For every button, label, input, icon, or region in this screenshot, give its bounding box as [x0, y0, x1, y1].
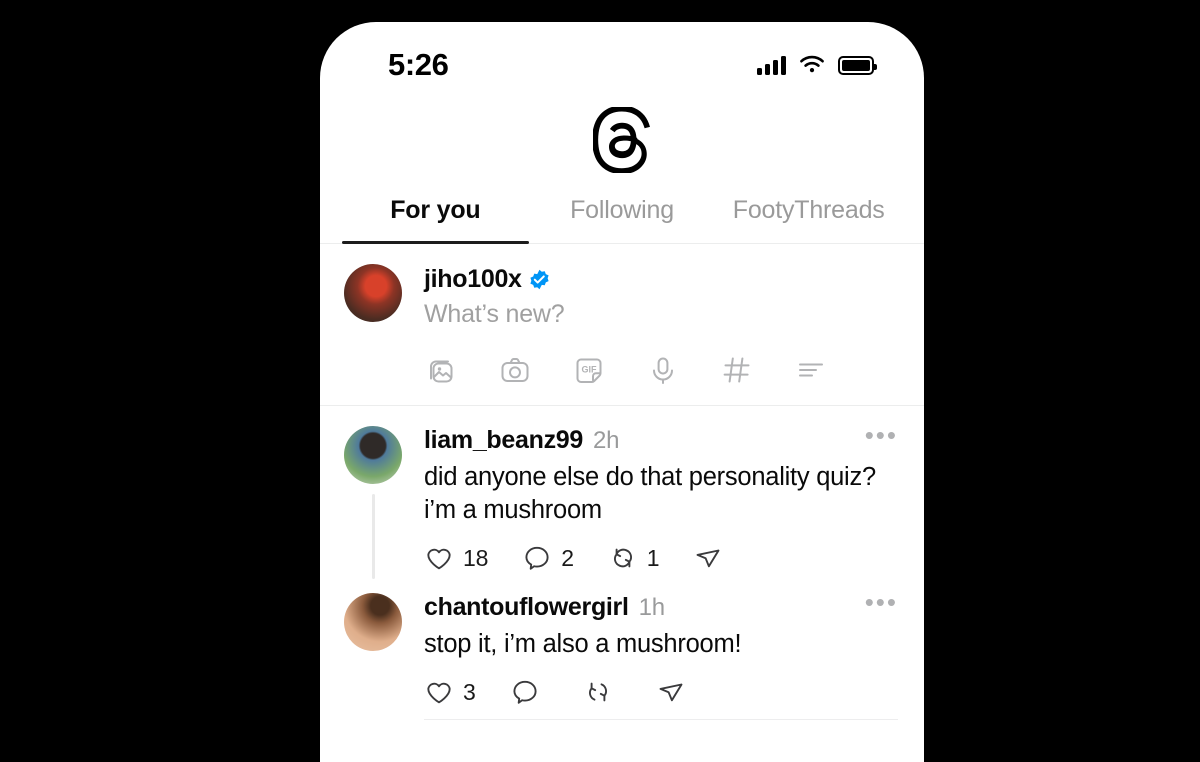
share-action[interactable]	[656, 677, 717, 707]
threads-logo-icon	[593, 107, 650, 173]
post-timestamp: 2h	[593, 427, 620, 454]
tab-for-you[interactable]: For you	[342, 186, 529, 244]
status-bar-time: 5:26	[388, 47, 449, 82]
status-bar-icons	[757, 55, 877, 75]
like-action[interactable]: 3	[424, 677, 498, 707]
reply-count: 2	[561, 544, 574, 571]
heart-icon[interactable]	[424, 677, 454, 707]
photo-gallery-icon[interactable]	[424, 353, 458, 387]
post-text: stop it, i’m also a mushroom!	[424, 630, 742, 658]
post-content: chantouflowergirl 1h ••• stop it, i’m al…	[402, 589, 898, 726]
share-action[interactable]	[693, 543, 754, 573]
reply-action[interactable]: 2	[522, 543, 596, 573]
composer-identity: jiho100x	[424, 265, 898, 294]
feed-divider	[424, 719, 898, 720]
repost-count: 1	[646, 544, 660, 571]
tab-footythreads[interactable]: FootyThreads	[715, 186, 902, 243]
more-options-icon[interactable]: •••	[865, 422, 898, 448]
gif-sticker-icon[interactable]: GIF	[572, 353, 606, 387]
verified-badge-icon	[530, 269, 549, 290]
composer-placeholder[interactable]: What’s new?	[424, 300, 898, 329]
microphone-icon[interactable]	[646, 353, 680, 387]
more-options-icon[interactable]: •••	[865, 589, 898, 615]
repost-action[interactable]: 1	[608, 543, 682, 573]
post-actions[interactable]: 3	[424, 677, 898, 707]
post-header: liam_beanz99 2h •••	[424, 422, 898, 455]
wifi-icon	[800, 55, 824, 73]
feed-post[interactable]: liam_beanz99 2h ••• did anyone else do t…	[320, 406, 924, 579]
phone-frame: 5:26 For you Following FootyThreads jiho…	[320, 22, 924, 762]
comment-icon[interactable]	[510, 677, 540, 707]
status-bar: 5:26	[320, 22, 924, 94]
post-username[interactable]: chantouflowergirl	[424, 593, 629, 622]
repost-action[interactable]	[583, 677, 644, 707]
heart-icon[interactable]	[424, 543, 454, 573]
post-avatar[interactable]	[344, 426, 402, 484]
composer-attachment-bar[interactable]: GIF	[424, 353, 898, 387]
share-icon[interactable]	[693, 543, 723, 573]
composer-avatar[interactable]	[344, 264, 402, 322]
signal-bars-icon	[757, 55, 786, 75]
post-actions[interactable]: 18 2 1	[424, 543, 898, 573]
post-avatar-column	[344, 426, 402, 579]
like-count: 18	[463, 544, 489, 571]
thread-connector-line	[371, 494, 375, 579]
share-icon[interactable]	[656, 677, 686, 707]
post-avatar-column	[344, 593, 402, 726]
app-header	[320, 94, 924, 186]
comment-icon[interactable]	[522, 543, 552, 573]
composer-body: jiho100x What’s new? GIF	[402, 264, 898, 387]
composer-username[interactable]: jiho100x	[424, 265, 522, 294]
composer[interactable]: jiho100x What’s new? GIF	[320, 244, 924, 406]
post-avatar[interactable]	[344, 593, 402, 651]
battery-full-icon	[838, 55, 877, 75]
repost-icon[interactable]	[608, 543, 638, 573]
camera-icon[interactable]	[498, 353, 532, 387]
post-username[interactable]: liam_beanz99	[424, 426, 583, 455]
repost-icon[interactable]	[583, 677, 613, 707]
post-header: chantouflowergirl 1h •••	[424, 589, 898, 622]
feed-post[interactable]: chantouflowergirl 1h ••• stop it, i’m al…	[320, 579, 924, 726]
screenshot-stage: 5:26 For you Following FootyThreads jiho…	[0, 0, 1200, 762]
reply-action[interactable]	[510, 677, 571, 707]
feed-tabs[interactable]: For you Following FootyThreads	[320, 186, 924, 244]
post-content: liam_beanz99 2h ••• did anyone else do t…	[402, 422, 898, 579]
hashtag-icon[interactable]	[720, 353, 754, 387]
post-timestamp: 1h	[638, 594, 665, 621]
poll-list-icon[interactable]	[794, 353, 828, 387]
like-action[interactable]: 18	[424, 543, 510, 573]
tab-following[interactable]: Following	[529, 186, 716, 243]
post-text: did anyone else do that personality quiz…	[424, 463, 876, 524]
svg-text:GIF: GIF	[582, 365, 598, 375]
like-count: 3	[463, 678, 476, 705]
